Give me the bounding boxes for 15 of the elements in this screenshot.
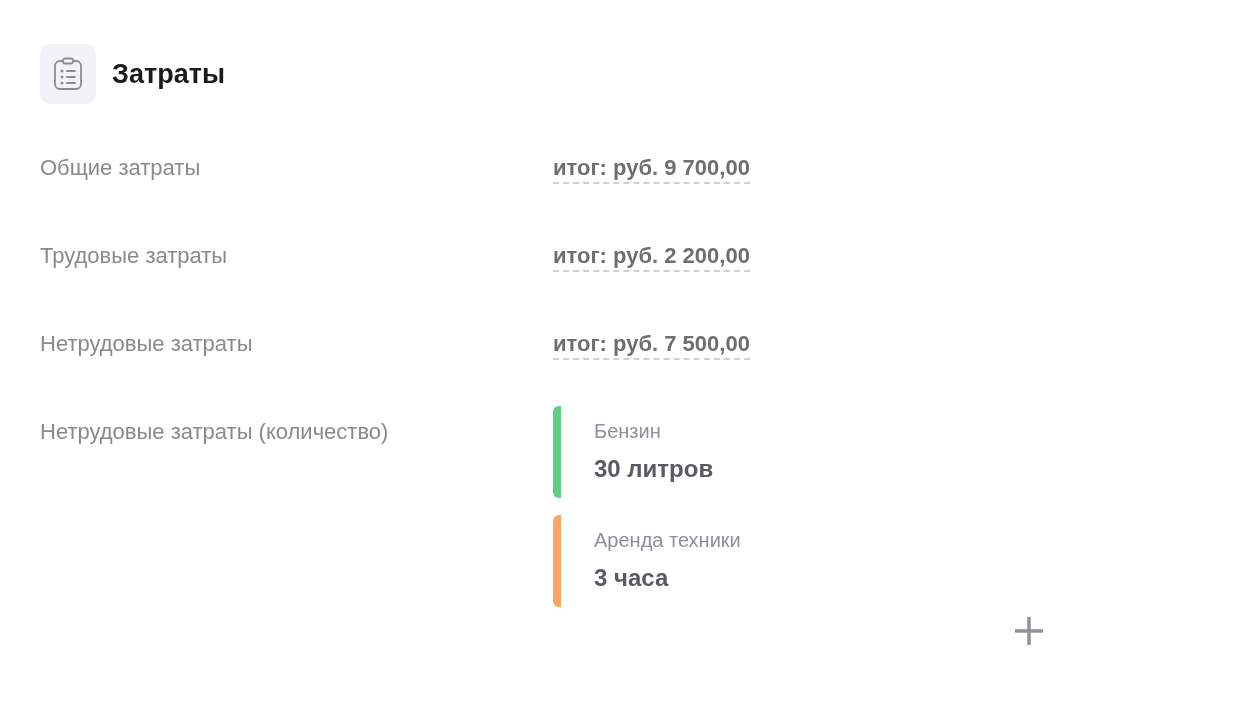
total-value[interactable]: итог: руб. 2 200,00: [553, 242, 750, 272]
item-amount: 3 часа: [594, 564, 669, 592]
field-label: Трудовые затраты: [40, 242, 228, 270]
add-button[interactable]: [1013, 615, 1045, 647]
clipboard-icon: [53, 57, 83, 91]
plus-icon: [1014, 616, 1044, 646]
total-value[interactable]: итог: руб. 9 700,00: [553, 154, 750, 184]
item-name: Бензин: [594, 420, 661, 443]
field-label: Нетрудовые затраты: [40, 330, 253, 358]
item-amount: 30 литров: [594, 455, 714, 483]
field-label: Нетрудовые затраты (количество): [40, 418, 389, 446]
item-name: Аренда техники: [594, 529, 741, 552]
field-label: Общие затраты: [40, 154, 201, 182]
section-title: Затраты: [112, 58, 225, 90]
total-value[interactable]: итог: руб. 7 500,00: [553, 330, 750, 360]
